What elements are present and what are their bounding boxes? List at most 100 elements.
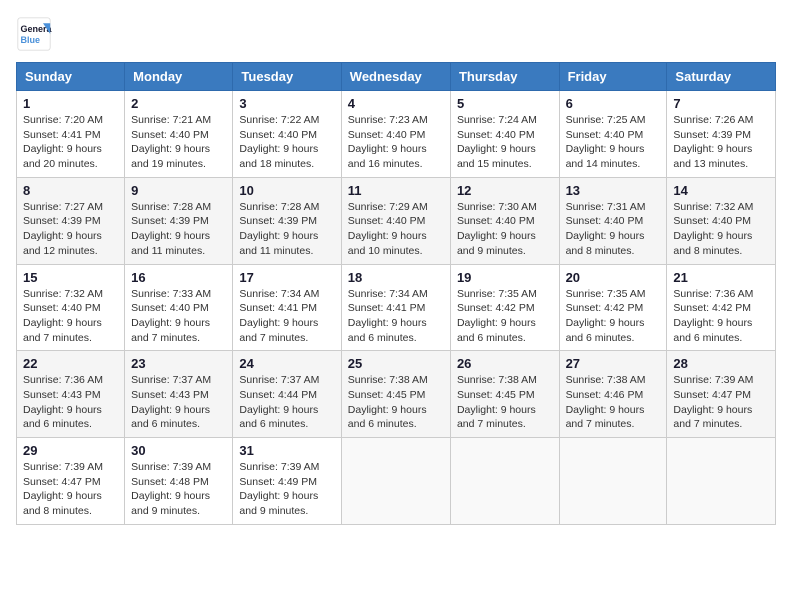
day-number: 16 [131, 270, 226, 285]
calendar-day-cell: 1Sunrise: 7:20 AM Sunset: 4:41 PM Daylig… [17, 91, 125, 178]
calendar-day-cell: 4 Sunrise: 7:23 AM Sunset: 4:40 PM Daylig… [341, 91, 450, 178]
calendar-day-cell: 5 Sunrise: 7:24 AM Sunset: 4:40 PM Daylig… [450, 91, 559, 178]
day-info: Sunrise: 7:32 AM Sunset: 4:40 PM Dayligh… [673, 200, 769, 259]
day-number: 21 [673, 270, 769, 285]
calendar-day-cell: 11Sunrise: 7:29 AM Sunset: 4:40 PM Dayli… [341, 177, 450, 264]
day-number: 22 [23, 356, 118, 371]
day-info: Sunrise: 7:35 AM Sunset: 4:42 PM Dayligh… [457, 287, 553, 346]
calendar-empty-cell [341, 438, 450, 525]
calendar-day-cell: 23Sunrise: 7:37 AM Sunset: 4:43 PM Dayli… [125, 351, 233, 438]
calendar-day-cell: 7 Sunrise: 7:26 AM Sunset: 4:39 PM Daylig… [667, 91, 776, 178]
day-info: Sunrise: 7:28 AM Sunset: 4:39 PM Dayligh… [239, 200, 334, 259]
calendar-empty-cell [559, 438, 667, 525]
calendar-day-cell: 19 Sunrise: 7:35 AM Sunset: 4:42 PM Dayli… [450, 264, 559, 351]
day-info: Sunrise: 7:27 AM Sunset: 4:39 PM Dayligh… [23, 200, 118, 259]
day-number: 11 [348, 183, 444, 198]
calendar-header-saturday: Saturday [667, 63, 776, 91]
day-info: Sunrise: 7:36 AM Sunset: 4:42 PM Dayligh… [673, 287, 769, 346]
calendar-week-row: 1Sunrise: 7:20 AM Sunset: 4:41 PM Daylig… [17, 91, 776, 178]
day-info: Sunrise: 7:21 AM Sunset: 4:40 PM Dayligh… [131, 113, 226, 172]
calendar-empty-cell [667, 438, 776, 525]
calendar-day-cell: 9 Sunrise: 7:28 AM Sunset: 4:39 PM Daylig… [125, 177, 233, 264]
calendar-day-cell: 22 Sunrise: 7:36 AM Sunset: 4:43 PM Dayli… [17, 351, 125, 438]
day-number: 29 [23, 443, 118, 458]
logo: General Blue [16, 16, 56, 52]
calendar-day-cell: 2 Sunrise: 7:21 AM Sunset: 4:40 PM Daylig… [125, 91, 233, 178]
calendar-day-cell: 12Sunrise: 7:30 AM Sunset: 4:40 PM Dayli… [450, 177, 559, 264]
calendar-header-monday: Monday [125, 63, 233, 91]
calendar-day-cell: 10 Sunrise: 7:28 AM Sunset: 4:39 PM Dayli… [233, 177, 341, 264]
day-number: 28 [673, 356, 769, 371]
day-number: 14 [673, 183, 769, 198]
calendar-day-cell: 30 Sunrise: 7:39 AM Sunset: 4:48 PM Dayli… [125, 438, 233, 525]
day-number: 15 [23, 270, 118, 285]
day-number: 13 [566, 183, 661, 198]
calendar-day-cell: 16 Sunrise: 7:33 AM Sunset: 4:40 PM Dayli… [125, 264, 233, 351]
calendar-day-cell: 20Sunrise: 7:35 AM Sunset: 4:42 PM Dayli… [559, 264, 667, 351]
day-number: 27 [566, 356, 661, 371]
day-number: 19 [457, 270, 553, 285]
day-info: Sunrise: 7:39 AM Sunset: 4:47 PM Dayligh… [23, 460, 118, 519]
calendar-day-cell: 8 Sunrise: 7:27 AM Sunset: 4:39 PM Daylig… [17, 177, 125, 264]
day-number: 8 [23, 183, 118, 198]
calendar-day-cell: 17 Sunrise: 7:34 AM Sunset: 4:41 PM Dayli… [233, 264, 341, 351]
calendar-day-cell: 6 Sunrise: 7:25 AM Sunset: 4:40 PM Daylig… [559, 91, 667, 178]
day-number: 17 [239, 270, 334, 285]
day-info: Sunrise: 7:33 AM Sunset: 4:40 PM Dayligh… [131, 287, 226, 346]
calendar-header-sunday: Sunday [17, 63, 125, 91]
calendar-empty-cell [450, 438, 559, 525]
day-info: Sunrise: 7:20 AM Sunset: 4:41 PM Dayligh… [23, 113, 118, 172]
calendar-day-cell: 18Sunrise: 7:34 AM Sunset: 4:41 PM Dayli… [341, 264, 450, 351]
day-number: 23 [131, 356, 226, 371]
day-info: Sunrise: 7:25 AM Sunset: 4:40 PM Dayligh… [566, 113, 661, 172]
day-number: 2 [131, 96, 226, 111]
calendar-week-row: 29 Sunrise: 7:39 AM Sunset: 4:47 PM Dayli… [17, 438, 776, 525]
calendar-week-row: 8 Sunrise: 7:27 AM Sunset: 4:39 PM Daylig… [17, 177, 776, 264]
day-info: Sunrise: 7:39 AM Sunset: 4:48 PM Dayligh… [131, 460, 226, 519]
calendar-day-cell: 24Sunrise: 7:37 AM Sunset: 4:44 PM Dayli… [233, 351, 341, 438]
calendar-header-wednesday: Wednesday [341, 63, 450, 91]
day-info: Sunrise: 7:38 AM Sunset: 4:46 PM Dayligh… [566, 373, 661, 432]
calendar-day-cell: 3Sunrise: 7:22 AM Sunset: 4:40 PM Daylig… [233, 91, 341, 178]
calendar-day-cell: 29 Sunrise: 7:39 AM Sunset: 4:47 PM Dayli… [17, 438, 125, 525]
day-number: 5 [457, 96, 553, 111]
day-number: 25 [348, 356, 444, 371]
day-info: Sunrise: 7:34 AM Sunset: 4:41 PM Dayligh… [239, 287, 334, 346]
calendar-day-cell: 25 Sunrise: 7:38 AM Sunset: 4:45 PM Dayli… [341, 351, 450, 438]
calendar-day-cell: 21 Sunrise: 7:36 AM Sunset: 4:42 PM Dayli… [667, 264, 776, 351]
day-number: 3 [239, 96, 334, 111]
day-info: Sunrise: 7:35 AM Sunset: 4:42 PM Dayligh… [566, 287, 661, 346]
day-info: Sunrise: 7:28 AM Sunset: 4:39 PM Dayligh… [131, 200, 226, 259]
day-info: Sunrise: 7:23 AM Sunset: 4:40 PM Dayligh… [348, 113, 444, 172]
calendar-day-cell: 27 Sunrise: 7:38 AM Sunset: 4:46 PM Dayli… [559, 351, 667, 438]
calendar-day-cell: 26Sunrise: 7:38 AM Sunset: 4:45 PM Dayli… [450, 351, 559, 438]
calendar-week-row: 15 Sunrise: 7:32 AM Sunset: 4:40 PM Dayli… [17, 264, 776, 351]
day-info: Sunrise: 7:38 AM Sunset: 4:45 PM Dayligh… [348, 373, 444, 432]
day-number: 10 [239, 183, 334, 198]
day-info: Sunrise: 7:26 AM Sunset: 4:39 PM Dayligh… [673, 113, 769, 172]
calendar-day-cell: 14 Sunrise: 7:32 AM Sunset: 4:40 PM Dayli… [667, 177, 776, 264]
day-number: 9 [131, 183, 226, 198]
day-number: 31 [239, 443, 334, 458]
day-info: Sunrise: 7:36 AM Sunset: 4:43 PM Dayligh… [23, 373, 118, 432]
calendar-week-row: 22 Sunrise: 7:36 AM Sunset: 4:43 PM Dayli… [17, 351, 776, 438]
calendar-day-cell: 28 Sunrise: 7:39 AM Sunset: 4:47 PM Dayli… [667, 351, 776, 438]
day-number: 6 [566, 96, 661, 111]
calendar-header-friday: Friday [559, 63, 667, 91]
day-info: Sunrise: 7:34 AM Sunset: 4:41 PM Dayligh… [348, 287, 444, 346]
day-info: Sunrise: 7:30 AM Sunset: 4:40 PM Dayligh… [457, 200, 553, 259]
calendar-table: SundayMondayTuesdayWednesdayThursdayFrid… [16, 62, 776, 525]
day-number: 4 [348, 96, 444, 111]
day-info: Sunrise: 7:39 AM Sunset: 4:49 PM Dayligh… [239, 460, 334, 519]
day-info: Sunrise: 7:39 AM Sunset: 4:47 PM Dayligh… [673, 373, 769, 432]
day-info: Sunrise: 7:31 AM Sunset: 4:40 PM Dayligh… [566, 200, 661, 259]
day-info: Sunrise: 7:24 AM Sunset: 4:40 PM Dayligh… [457, 113, 553, 172]
day-number: 24 [239, 356, 334, 371]
day-number: 30 [131, 443, 226, 458]
logo-icon: General Blue [16, 16, 52, 52]
day-info: Sunrise: 7:32 AM Sunset: 4:40 PM Dayligh… [23, 287, 118, 346]
calendar-day-cell: 15 Sunrise: 7:32 AM Sunset: 4:40 PM Dayli… [17, 264, 125, 351]
day-number: 7 [673, 96, 769, 111]
svg-text:Blue: Blue [21, 35, 41, 45]
calendar-header-thursday: Thursday [450, 63, 559, 91]
